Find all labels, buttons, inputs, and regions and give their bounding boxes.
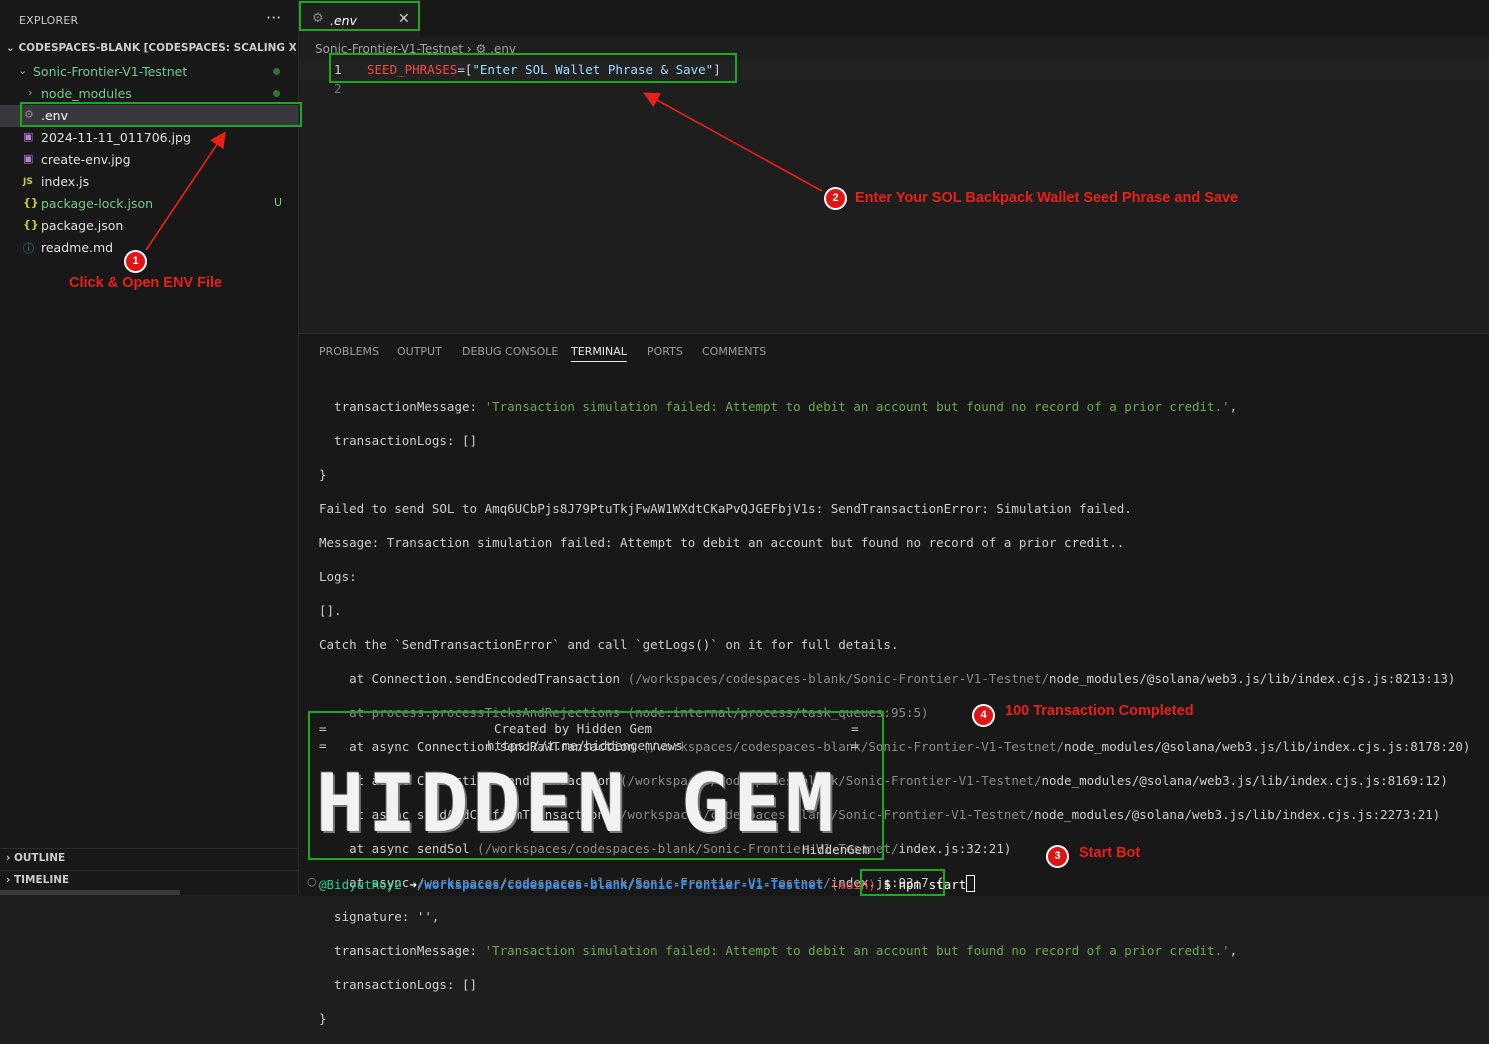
highlight-command-box [860,869,945,896]
terminal-text: , [1229,399,1238,414]
terminal-string: 'Transaction simulation failed: Attempt … [484,399,1230,414]
terminal-line: transactionMessage: 'Transaction simulat… [319,398,1470,415]
tab-ports[interactable]: PORTS [647,345,683,358]
arrow-1 [145,131,226,251]
terminal-text: transactionMessage: [319,399,485,414]
highlight-banner-box [308,711,884,860]
tab-output[interactable]: OUTPUT [397,345,442,358]
terminal-path: node_modules/@solana/web3.js/lib/index.c… [1049,671,1456,686]
tab-comments[interactable]: COMMENTS [702,345,766,358]
terminal-line: signature: '', [319,909,440,924]
terminal-text: transactionMessage: [319,943,485,958]
terminal-line: []. [319,603,342,618]
arrow-2 [643,92,823,192]
terminal-text: , [1229,943,1238,958]
terminal-line: Message: Transaction simulation failed: … [319,535,1125,550]
prompt-path: /workspaces/codespaces-blank/Sonic-Front… [416,877,824,892]
terminal-line: Failed to send SOL to Amq6UCbPjs8J79PtuT… [319,501,1132,516]
step-badge-1: 1 [124,250,147,273]
annotation-2-text: Enter Your SOL Backpack Wallet Seed Phra… [855,190,1239,206]
terminal-cursor [966,875,976,892]
terminal-line: Catch the `SendTransactionError` and cal… [319,637,899,652]
terminal-path: node_modules/@solana/web3.js/lib/index.c… [1033,807,1441,822]
prompt-arrow-icon: ➜ [409,877,417,892]
tab-debug-console[interactable]: DEBUG CONSOLE [462,345,558,358]
tab-terminal[interactable]: TERMINAL [571,345,627,362]
terminal-line: } [319,1011,327,1026]
annotation-4-text: 100 Transaction Completed [1005,703,1194,719]
terminal-line: Logs: [319,569,357,584]
step-badge-4: 4 [972,704,995,727]
terminal-path: node_modules/@solana/web3.js/lib/index.c… [1041,773,1448,788]
step-badge-3: 3 [1046,845,1069,868]
line-number: 2 [334,81,342,96]
circle-icon: ○ [307,875,317,888]
terminal-line: } [319,467,327,482]
annotation-3-text: Start Bot [1079,845,1141,861]
stack-line: at Connection.sendEncodedTransaction (/w… [319,670,1470,687]
prompt-user: @BidyutRoy2 [319,877,402,892]
terminal-path: index.js:32:21) [898,841,1012,856]
terminal-path: node_modules/@solana/web3.js/lib/index.c… [1064,739,1471,754]
editor-tab-bar [299,0,1489,37]
terminal-string: 'Transaction simulation failed: Attempt … [484,943,1230,958]
terminal-line: transactionMessage: 'Transaction simulat… [319,942,1470,959]
annotation-1-text: Click & Open ENV File [69,275,223,291]
tab-problems[interactable]: PROBLEMS [319,345,379,358]
step-badge-2: 2 [824,187,847,210]
highlight-code-box [329,53,737,83]
terminal-text: at Connection.sendEncodedTransaction [319,671,628,686]
terminal-line: transactionLogs: [] [319,433,478,448]
terminal-path: (/workspaces/codespaces-blank/Sonic-Fron… [627,671,1049,686]
terminal-line: transactionLogs: [] [319,977,478,992]
highlight-tab-box [299,1,420,31]
